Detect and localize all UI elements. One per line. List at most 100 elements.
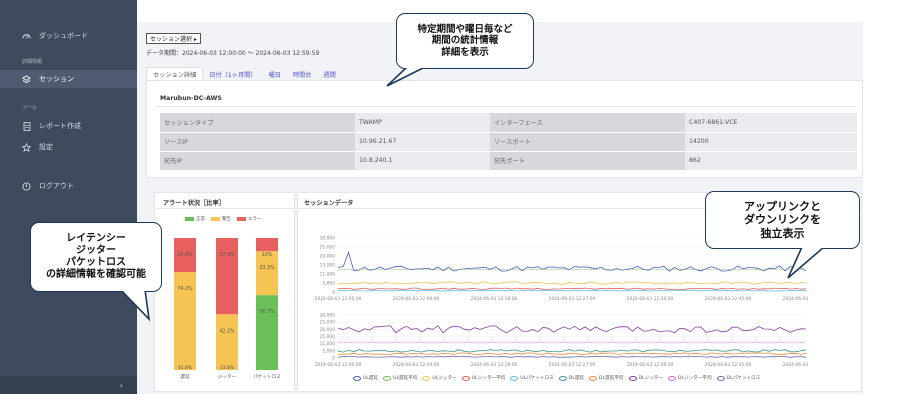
y-tick-label: 30,000: [320, 236, 336, 242]
alert-ratio-chart: 74.2% 25.8% 45.8% 遅延 42.2% 57.8% 33.8% ジッター 56.7…: [174, 238, 281, 380]
legend-marker: [510, 375, 519, 381]
series-legend: UL遅延 UL遅延平均 ULジッター ULジッター平均 ULパケットロス DL遅延 DL遅延…: [353, 375, 760, 381]
table-cell: TWAMP: [355, 113, 490, 133]
legend-label: DL遅延平均: [599, 376, 624, 381]
legend-marker: [628, 375, 637, 381]
legend-item[interactable]: DL遅延平均: [589, 375, 624, 381]
y-tick-label: 25,000: [320, 245, 336, 251]
bar-label: 74.2%: [177, 286, 193, 292]
legend-item[interactable]: DL遅延: [558, 375, 584, 381]
callout-pointer: [119, 287, 151, 322]
session-info-table: セッションタイプ TWAMP インターフェース C407-6861-VCE ソー…: [160, 113, 857, 171]
sidebar-item-label: ダッシュボード: [39, 32, 88, 40]
legend-item[interactable]: DLジッター平均: [668, 375, 712, 381]
legend-label: ULパケットロス: [520, 376, 554, 381]
legend-item[interactable]: DLパケットロス: [716, 375, 761, 381]
series-line: [337, 251, 807, 272]
sidebar-section-tools: ツール: [22, 105, 38, 111]
y-tick-label: 5,000: [322, 281, 335, 287]
callout-pointer: [787, 244, 827, 279]
tab-weekday[interactable]: 曜日: [263, 67, 287, 81]
y-tick-label: 20,000: [320, 327, 336, 333]
sidebar-item-label: レポート作成: [39, 122, 81, 130]
legend-swatch: [237, 217, 246, 221]
sidebar-collapse-button[interactable]: ‹: [0, 376, 137, 394]
series-line: [337, 352, 807, 355]
sidebar-item-session[interactable]: セッション: [0, 70, 137, 88]
tab-session-detail[interactable]: セッション詳細: [146, 67, 204, 81]
session-name: Marubun-DC-AWS: [160, 95, 222, 102]
legend-item[interactable]: ULジッター: [422, 375, 457, 381]
sidebar-item-logout[interactable]: ログアウト: [0, 177, 137, 195]
sidebar-item-dashboard[interactable]: ダッシュボード: [0, 27, 137, 45]
table-cell: 宛先IP: [160, 151, 355, 171]
legend-label: 警告: [222, 217, 231, 222]
bar-segment: [216, 314, 238, 370]
callout-text: 特定期間や曜日毎など: [417, 23, 513, 35]
tab-hour[interactable]: 時間台: [287, 67, 318, 81]
x-tick-label: 2024-06-03 12:45:00: [705, 296, 752, 302]
alert-card-title: アラート状況［比率］: [163, 200, 225, 207]
dashboard-icon: [22, 32, 31, 41]
x-tick-label: 2024-06-03 12:09:00: [393, 362, 440, 368]
legend-label: UL遅延平均: [393, 376, 418, 381]
legend-item[interactable]: UL遅延: [353, 375, 378, 381]
callout-text: ダウンリンクを: [744, 213, 821, 227]
tab-week[interactable]: 週間: [318, 67, 342, 81]
y-tick-label: 25,000: [320, 320, 336, 326]
legend-item[interactable]: ULジッター平均: [461, 375, 505, 381]
tick-label: 遅延: [180, 373, 190, 380]
x-tick-label: 2024-06-03 12:18:00: [471, 296, 518, 302]
legend-label: DLパケットロス: [726, 376, 761, 381]
y-tick-label: 0: [332, 290, 335, 296]
legend-swatch: [211, 217, 220, 221]
x-tick-label: 2024-06-03 12:45:00: [705, 362, 752, 368]
bar-label: 33.8%: [220, 365, 235, 371]
legend-marker: [589, 375, 598, 381]
sidebar-item-report[interactable]: レポート作成: [0, 117, 137, 135]
session-select-button[interactable]: セッション選択 ▸: [146, 33, 201, 44]
callout-text: アップリンクと: [744, 199, 821, 213]
legend-marker: [558, 375, 567, 381]
legend-marker: [422, 375, 431, 381]
table-cell: 宛先ポート: [490, 151, 685, 171]
downlink-line-chart: 30,00025,00020,00015,00011,0005,00002024…: [315, 313, 810, 368]
y-tick-label: 20,000: [320, 254, 336, 260]
legend-marker: [716, 375, 725, 381]
bar-label: 42.2%: [219, 328, 235, 334]
x-tick-label: 2024-06-03 12:00:00: [315, 362, 362, 368]
y-tick-label: 5,000: [322, 348, 335, 354]
bar-segment: [216, 238, 238, 315]
x-tick-label: 2024-06-03 12:54:00: [783, 296, 810, 302]
table-cell: 14200: [685, 132, 857, 152]
legend-swatch: [185, 217, 194, 221]
bar-segment: [256, 238, 278, 252]
sidebar-item-settings[interactable]: 設定: [0, 138, 137, 156]
bar-label: 33.3%: [259, 265, 275, 271]
y-tick-label: 15,000: [320, 334, 336, 340]
bar-segment: [256, 295, 278, 370]
table-cell: セッションタイプ: [160, 113, 355, 133]
series-line: [337, 289, 807, 292]
tab-date[interactable]: 日付（1ヶ月間）: [203, 67, 262, 81]
callout-pointer: [386, 64, 429, 87]
x-tick-label: 2024-06-03 12:27:00: [549, 296, 596, 302]
table-row: セッションタイプ TWAMP インターフェース C407-6861-VCE: [160, 113, 857, 133]
session-data-title: セッションデータ: [304, 200, 354, 207]
legend-item[interactable]: DLジッター: [628, 375, 663, 381]
y-tick-label: 11,000: [320, 272, 336, 278]
legend-item[interactable]: UL遅延平均: [383, 375, 417, 381]
sidebar-section-detail: 詳細情報: [22, 59, 43, 65]
tab-bar: セッション詳細 日付（1ヶ月間） 曜日 時間台 週間: [146, 66, 342, 81]
legend-label: UL遅延: [363, 376, 379, 381]
bar-label: 56.7%: [259, 309, 275, 315]
legend-item[interactable]: ULパケットロス: [510, 375, 554, 381]
sidebar: ダッシュボード 詳細情報 セッション ツール レポート作成 設定 ログアウト ‹: [0, 0, 137, 394]
table-cell: 862: [685, 151, 857, 171]
bar-label: 45.8%: [178, 365, 193, 371]
bar-label: 57.8%: [219, 252, 235, 258]
document-icon: [22, 121, 31, 131]
table-cell: 10.96.21.67: [355, 132, 490, 152]
alert-legend: 正常 警告 エラー: [185, 216, 262, 222]
layers-icon: [22, 74, 31, 84]
